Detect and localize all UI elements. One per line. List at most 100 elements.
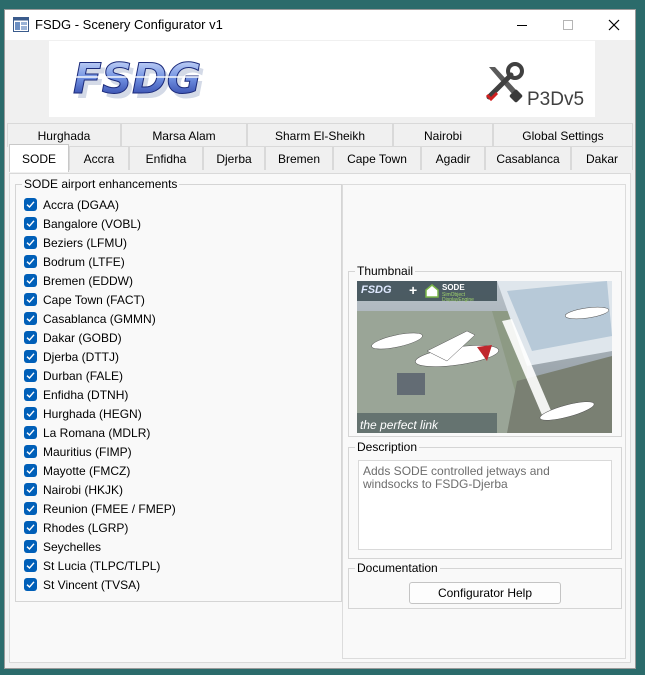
airport-label: Accra (DGAA) [43, 197, 120, 212]
airport-checkbox-row[interactable]: La Romana (MDLR) [24, 423, 150, 442]
header-banner: FSDG FSDG P3Dv5 [49, 41, 595, 117]
checkbox-checked-icon[interactable] [24, 274, 37, 287]
airport-checkbox-row[interactable]: Beziers (LFMU) [24, 233, 127, 252]
airport-checkbox-row[interactable]: Hurghada (HEGN) [24, 404, 142, 423]
airport-label: Hurghada (HEGN) [43, 406, 142, 421]
airport-checkbox-row[interactable]: Reunion (FMEE / FMEP) [24, 499, 176, 518]
airport-checkbox-row[interactable]: Bremen (EDDW) [24, 271, 133, 290]
airport-label: Djerba (DTTJ) [43, 349, 120, 364]
airport-checkbox-row[interactable]: Casablanca (GMMN) [24, 309, 156, 328]
documentation-title: Documentation [355, 561, 440, 575]
checkbox-checked-icon[interactable] [24, 217, 37, 230]
airport-checkbox-row[interactable]: Enfidha (DTNH) [24, 385, 128, 404]
configurator-help-button[interactable]: Configurator Help [409, 582, 561, 604]
maximize-button[interactable] [545, 10, 591, 40]
plus-icon: + [409, 282, 418, 298]
checkbox-checked-icon[interactable] [24, 578, 37, 591]
configurator-window: FSDG - Scenery Configurator v1 FSDG FSDG [4, 9, 636, 669]
window-title: FSDG - Scenery Configurator v1 [35, 17, 223, 32]
right-column: Thumbnail FSDG + SODE SimObject DisplayE… [342, 184, 626, 659]
tab-sharm-el-sheikh[interactable]: Sharm El-Sheikh [247, 123, 393, 147]
airport-label: Durban (FALE) [43, 368, 124, 383]
airport-label: Cape Town (FACT) [43, 292, 145, 307]
checkbox-checked-icon[interactable] [24, 331, 37, 344]
airport-checkbox-row[interactable]: St Vincent (TVSA) [24, 575, 140, 594]
tab-row-2: SODE Accra Enfidha Djerba Bremen Cape To… [5, 144, 635, 172]
checkbox-checked-icon[interactable] [24, 483, 37, 496]
group-title: SODE airport enhancements [22, 177, 180, 191]
checkbox-checked-icon[interactable] [24, 464, 37, 477]
airport-label: Bodrum (LTFE) [43, 254, 125, 269]
airport-checkbox-row[interactable]: Bangalore (VOBL) [24, 214, 141, 233]
airport-label: Bremen (EDDW) [43, 273, 134, 288]
airport-label: Bangalore (VOBL) [43, 216, 142, 231]
airport-label: Mayotte (FMCZ) [43, 463, 131, 478]
airport-checkbox-row[interactable]: Nairobi (HKJK) [24, 480, 123, 499]
minimize-button[interactable] [499, 10, 545, 40]
airport-checkbox-row[interactable]: St Lucia (TLPC/TLPL) [24, 556, 160, 575]
thumbnail-brand-sub2: DisplayEngine [442, 297, 474, 303]
checkbox-checked-icon[interactable] [24, 426, 37, 439]
checkbox-checked-icon[interactable] [24, 198, 37, 211]
tab-dakar[interactable]: Dakar [571, 146, 633, 170]
close-icon [608, 19, 620, 31]
minimize-icon [517, 25, 527, 26]
tab-cape-town[interactable]: Cape Town [333, 146, 421, 170]
description-group: Description Adds SODE controlled jetways… [348, 440, 622, 559]
airport-checkbox-row[interactable]: Dakar (GOBD) [24, 328, 122, 347]
airport-checkbox-row[interactable]: Mauritius (FIMP) [24, 442, 132, 461]
airport-checkbox-row[interactable]: Durban (FALE) [24, 366, 123, 385]
airport-label: Casablanca (GMMN) [43, 311, 156, 326]
description-title: Description [355, 440, 420, 454]
tab-agadir[interactable]: Agadir [421, 146, 485, 170]
checkbox-checked-icon[interactable] [24, 521, 37, 534]
title-bar[interactable]: FSDG - Scenery Configurator v1 [5, 10, 635, 40]
close-button[interactable] [591, 10, 635, 40]
tools-icon [485, 62, 524, 103]
tab-marsa-alam[interactable]: Marsa Alam [121, 123, 247, 147]
tab-enfidha[interactable]: Enfidha [129, 146, 203, 170]
description-text: Adds SODE controlled jetways and windsoc… [358, 460, 612, 550]
airport-checkbox-row[interactable]: Djerba (DTTJ) [24, 347, 119, 366]
tab-nairobi[interactable]: Nairobi [393, 123, 493, 147]
airport-label: Nairobi (HKJK) [43, 482, 124, 497]
checkbox-checked-icon[interactable] [24, 540, 37, 553]
app-icon [13, 17, 29, 32]
airport-label: Enfidha (DTNH) [43, 387, 129, 402]
airport-checkbox-row[interactable]: Accra (DGAA) [24, 195, 119, 214]
checkbox-checked-icon[interactable] [24, 350, 37, 363]
checkbox-checked-icon[interactable] [24, 388, 37, 401]
checkbox-checked-icon[interactable] [24, 236, 37, 249]
checkbox-checked-icon[interactable] [24, 312, 37, 325]
airport-checkbox-row[interactable]: Seychelles [24, 537, 101, 556]
airport-label: St Lucia (TLPC/TLPL) [43, 558, 161, 573]
airport-label: La Romana (MDLR) [43, 425, 151, 440]
tab-djerba[interactable]: Djerba [203, 146, 265, 170]
airport-label: Rhodes (LGRP) [43, 520, 129, 535]
checkbox-checked-icon[interactable] [24, 445, 37, 458]
checkbox-checked-icon[interactable] [24, 502, 37, 515]
sode-airports-group: SODE airport enhancements Accra (DGAA) Ba… [15, 177, 342, 602]
checkbox-checked-icon[interactable] [24, 255, 37, 268]
checkbox-checked-icon[interactable] [24, 407, 37, 420]
platform-label: P3Dv5 [527, 89, 585, 110]
maximize-icon [563, 20, 573, 30]
airport-checkbox-row[interactable]: Rhodes (LGRP) [24, 518, 128, 537]
airport-checkbox-row[interactable]: Mayotte (FMCZ) [24, 461, 130, 480]
sode-tab-panel: SODE airport enhancements Accra (DGAA) Ba… [9, 173, 631, 663]
checkbox-checked-icon[interactable] [24, 293, 37, 306]
checkbox-checked-icon[interactable] [24, 369, 37, 382]
thumbnail-brand-left: FSDG [361, 284, 392, 296]
tab-global-settings[interactable]: Global Settings [493, 123, 633, 147]
sode-logo-icon [425, 284, 439, 298]
tab-accra[interactable]: Accra [69, 146, 129, 170]
tab-bremen[interactable]: Bremen [265, 146, 333, 170]
tab-casablanca[interactable]: Casablanca [485, 146, 571, 170]
airport-checkbox-row[interactable]: Cape Town (FACT) [24, 290, 145, 309]
airport-label: Beziers (LFMU) [43, 235, 128, 250]
airport-label: Dakar (GOBD) [43, 330, 122, 345]
airport-checkbox-row[interactable]: Bodrum (LTFE) [24, 252, 125, 271]
tab-sode[interactable]: SODE [9, 144, 69, 172]
thumbnail-title: Thumbnail [355, 264, 416, 278]
checkbox-checked-icon[interactable] [24, 559, 37, 572]
